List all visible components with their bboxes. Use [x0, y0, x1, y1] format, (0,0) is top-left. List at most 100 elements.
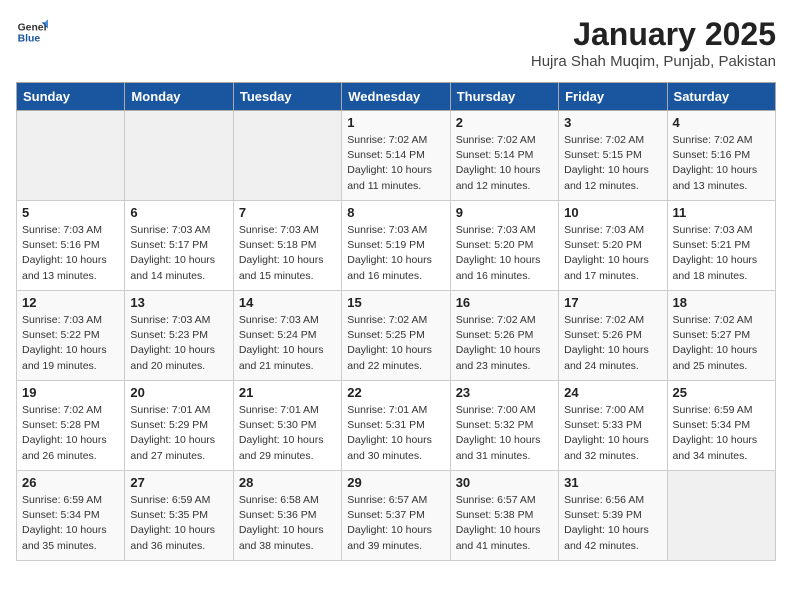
day-info: Sunrise: 6:57 AMSunset: 5:38 PMDaylight:…	[456, 493, 553, 554]
calendar-week-row: 19 Sunrise: 7:02 AMSunset: 5:28 PMDayligh…	[17, 381, 776, 471]
day-number: 5	[22, 205, 119, 220]
calendar-week-row: 5 Sunrise: 7:03 AMSunset: 5:16 PMDaylight…	[17, 201, 776, 291]
day-number: 29	[347, 475, 444, 490]
calendar-cell	[667, 471, 775, 561]
day-info: Sunrise: 7:00 AMSunset: 5:32 PMDaylight:…	[456, 403, 553, 464]
calendar-week-row: 1 Sunrise: 7:02 AMSunset: 5:14 PMDaylight…	[17, 111, 776, 201]
day-info: Sunrise: 6:56 AMSunset: 5:39 PMDaylight:…	[564, 493, 661, 554]
day-number: 2	[456, 115, 553, 130]
day-number: 31	[564, 475, 661, 490]
calendar-cell: 14 Sunrise: 7:03 AMSunset: 5:24 PMDayligh…	[233, 291, 341, 381]
day-header-row: Sunday Monday Tuesday Wednesday Thursday…	[17, 83, 776, 111]
day-number: 20	[130, 385, 227, 400]
day-number: 10	[564, 205, 661, 220]
day-number: 26	[22, 475, 119, 490]
day-info: Sunrise: 7:03 AMSunset: 5:16 PMDaylight:…	[22, 223, 119, 284]
day-number: 14	[239, 295, 336, 310]
day-number: 1	[347, 115, 444, 130]
calendar-cell: 16 Sunrise: 7:02 AMSunset: 5:26 PMDayligh…	[450, 291, 558, 381]
calendar-week-row: 26 Sunrise: 6:59 AMSunset: 5:34 PMDayligh…	[17, 471, 776, 561]
calendar-cell: 5 Sunrise: 7:03 AMSunset: 5:16 PMDaylight…	[17, 201, 125, 291]
logo-icon: General Blue	[16, 16, 48, 48]
day-number: 19	[22, 385, 119, 400]
calendar-cell	[17, 111, 125, 201]
day-number: 7	[239, 205, 336, 220]
calendar-cell: 12 Sunrise: 7:03 AMSunset: 5:22 PMDayligh…	[17, 291, 125, 381]
day-info: Sunrise: 6:57 AMSunset: 5:37 PMDaylight:…	[347, 493, 444, 554]
calendar-cell: 26 Sunrise: 6:59 AMSunset: 5:34 PMDayligh…	[17, 471, 125, 561]
day-number: 18	[673, 295, 770, 310]
day-info: Sunrise: 7:01 AMSunset: 5:30 PMDaylight:…	[239, 403, 336, 464]
calendar-cell: 31 Sunrise: 6:56 AMSunset: 5:39 PMDayligh…	[559, 471, 667, 561]
calendar-cell: 1 Sunrise: 7:02 AMSunset: 5:14 PMDaylight…	[342, 111, 450, 201]
day-number: 12	[22, 295, 119, 310]
calendar-cell: 29 Sunrise: 6:57 AMSunset: 5:37 PMDayligh…	[342, 471, 450, 561]
day-number: 9	[456, 205, 553, 220]
calendar-week-row: 12 Sunrise: 7:03 AMSunset: 5:22 PMDayligh…	[17, 291, 776, 381]
calendar-cell: 15 Sunrise: 7:02 AMSunset: 5:25 PMDayligh…	[342, 291, 450, 381]
day-number: 15	[347, 295, 444, 310]
calendar-cell: 23 Sunrise: 7:00 AMSunset: 5:32 PMDayligh…	[450, 381, 558, 471]
page-header: General Blue January 2025 Hujra Shah Muq…	[16, 16, 776, 70]
col-monday: Monday	[125, 83, 233, 111]
day-number: 17	[564, 295, 661, 310]
day-number: 4	[673, 115, 770, 130]
day-info: Sunrise: 7:02 AMSunset: 5:26 PMDaylight:…	[564, 313, 661, 374]
calendar-cell: 28 Sunrise: 6:58 AMSunset: 5:36 PMDayligh…	[233, 471, 341, 561]
col-friday: Friday	[559, 83, 667, 111]
calendar-cell: 17 Sunrise: 7:02 AMSunset: 5:26 PMDayligh…	[559, 291, 667, 381]
day-info: Sunrise: 7:03 AMSunset: 5:22 PMDaylight:…	[22, 313, 119, 374]
calendar-table: Sunday Monday Tuesday Wednesday Thursday…	[16, 82, 776, 561]
day-info: Sunrise: 7:02 AMSunset: 5:28 PMDaylight:…	[22, 403, 119, 464]
day-number: 8	[347, 205, 444, 220]
day-info: Sunrise: 7:03 AMSunset: 5:18 PMDaylight:…	[239, 223, 336, 284]
day-info: Sunrise: 6:59 AMSunset: 5:34 PMDaylight:…	[673, 403, 770, 464]
day-number: 11	[673, 205, 770, 220]
day-number: 28	[239, 475, 336, 490]
day-info: Sunrise: 7:02 AMSunset: 5:26 PMDaylight:…	[456, 313, 553, 374]
calendar-cell: 20Sunrise: 7:01 AMSunset: 5:29 PMDayligh…	[125, 381, 233, 471]
day-info: Sunrise: 7:02 AMSunset: 5:27 PMDaylight:…	[673, 313, 770, 374]
col-wednesday: Wednesday	[342, 83, 450, 111]
day-number: 23	[456, 385, 553, 400]
day-number: 3	[564, 115, 661, 130]
logo: General Blue	[16, 16, 48, 48]
calendar-cell: 18 Sunrise: 7:02 AMSunset: 5:27 PMDayligh…	[667, 291, 775, 381]
calendar-cell: 4 Sunrise: 7:02 AMSunset: 5:16 PMDaylight…	[667, 111, 775, 201]
col-tuesday: Tuesday	[233, 83, 341, 111]
day-info: Sunrise: 7:03 AMSunset: 5:21 PMDaylight:…	[673, 223, 770, 284]
day-info: Sunrise: 6:59 AMSunset: 5:34 PMDaylight:…	[22, 493, 119, 554]
day-info: Sunrise: 7:02 AMSunset: 5:14 PMDaylight:…	[347, 133, 444, 194]
day-info: Sunrise: 7:03 AMSunset: 5:24 PMDaylight:…	[239, 313, 336, 374]
calendar-cell: 27 Sunrise: 6:59 AMSunset: 5:35 PMDayligh…	[125, 471, 233, 561]
day-info: Sunrise: 6:58 AMSunset: 5:36 PMDaylight:…	[239, 493, 336, 554]
calendar-body: 1 Sunrise: 7:02 AMSunset: 5:14 PMDaylight…	[17, 111, 776, 561]
day-info: Sunrise: 7:03 AMSunset: 5:20 PMDaylight:…	[456, 223, 553, 284]
calendar-cell: 3Sunrise: 7:02 AMSunset: 5:15 PMDaylight…	[559, 111, 667, 201]
day-number: 30	[456, 475, 553, 490]
calendar-cell: 10Sunrise: 7:03 AMSunset: 5:20 PMDayligh…	[559, 201, 667, 291]
title-block: January 2025 Hujra Shah Muqim, Punjab, P…	[531, 16, 776, 70]
calendar-cell: 9 Sunrise: 7:03 AMSunset: 5:20 PMDaylight…	[450, 201, 558, 291]
calendar-cell: 21Sunrise: 7:01 AMSunset: 5:30 PMDayligh…	[233, 381, 341, 471]
calendar-cell	[125, 111, 233, 201]
col-thursday: Thursday	[450, 83, 558, 111]
day-info: Sunrise: 7:02 AMSunset: 5:25 PMDaylight:…	[347, 313, 444, 374]
day-number: 25	[673, 385, 770, 400]
day-info: Sunrise: 7:02 AMSunset: 5:14 PMDaylight:…	[456, 133, 553, 194]
calendar-cell: 6Sunrise: 7:03 AMSunset: 5:17 PMDaylight…	[125, 201, 233, 291]
calendar-cell: 13Sunrise: 7:03 AMSunset: 5:23 PMDayligh…	[125, 291, 233, 381]
day-number: 16	[456, 295, 553, 310]
day-info: Sunrise: 7:02 AMSunset: 5:16 PMDaylight:…	[673, 133, 770, 194]
day-number: 24	[564, 385, 661, 400]
calendar-cell: 24 Sunrise: 7:00 AMSunset: 5:33 PMDayligh…	[559, 381, 667, 471]
day-info: Sunrise: 7:00 AMSunset: 5:33 PMDaylight:…	[564, 403, 661, 464]
day-number: 27	[130, 475, 227, 490]
svg-text:Blue: Blue	[18, 34, 41, 45]
day-info: Sunrise: 7:03 AMSunset: 5:23 PMDaylight:…	[130, 313, 227, 374]
col-saturday: Saturday	[667, 83, 775, 111]
day-info: Sunrise: 7:03 AMSunset: 5:17 PMDaylight:…	[130, 223, 227, 284]
day-info: Sunrise: 7:01 AMSunset: 5:31 PMDaylight:…	[347, 403, 444, 464]
day-info: Sunrise: 7:03 AMSunset: 5:19 PMDaylight:…	[347, 223, 444, 284]
day-info: Sunrise: 6:59 AMSunset: 5:35 PMDaylight:…	[130, 493, 227, 554]
